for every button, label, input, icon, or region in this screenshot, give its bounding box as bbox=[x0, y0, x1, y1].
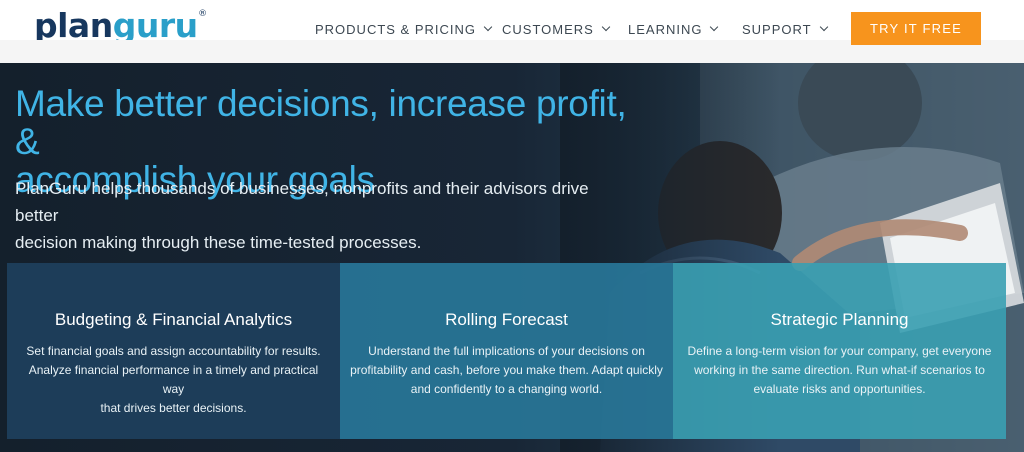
card-line: that drives better decisions. bbox=[100, 401, 247, 415]
nav-learning[interactable]: LEARNING bbox=[628, 20, 719, 38]
chevron-down-icon bbox=[483, 22, 493, 32]
planguru-logo[interactable]: planguru ® bbox=[34, 8, 207, 44]
nav-label: CUSTOMERS bbox=[502, 21, 594, 37]
try-it-free-button[interactable]: TRY IT FREE bbox=[851, 12, 981, 45]
chevron-down-icon bbox=[601, 22, 611, 32]
card-description: Set financial goals and assign accountab… bbox=[17, 342, 330, 418]
headline-line-1: Make better decisions, increase profit, … bbox=[15, 83, 627, 162]
card-line: Analyze financial performance in a timel… bbox=[28, 363, 319, 396]
nav-products-pricing[interactable]: PRODUCTS & PRICING bbox=[315, 20, 493, 38]
hero-subtext: PlanGuru helps thousands of businesses, … bbox=[15, 175, 615, 256]
nav-label: PRODUCTS & PRICING bbox=[315, 21, 477, 37]
nav-label: SUPPORT bbox=[742, 21, 812, 37]
chevron-down-icon bbox=[710, 22, 719, 32]
feature-cards: Budgeting & Financial Analytics Set fina… bbox=[7, 263, 1006, 439]
card-line: evaluate risks and opportunities. bbox=[753, 382, 926, 396]
subtext-line-1: PlanGuru helps thousands of businesses, … bbox=[15, 179, 589, 225]
subtext-line-2: decision making through these time-teste… bbox=[15, 233, 422, 252]
hero-section: Make better decisions, increase profit, … bbox=[0, 63, 1024, 452]
nav-support[interactable]: SUPPORT bbox=[742, 20, 828, 38]
card-rolling-forecast[interactable]: Rolling Forecast Understand the full imp… bbox=[340, 263, 673, 439]
card-line: working in the same direction. Run what-… bbox=[694, 363, 985, 377]
nav-label: LEARNING bbox=[628, 21, 703, 37]
card-budgeting-financial-analytics[interactable]: Budgeting & Financial Analytics Set fina… bbox=[7, 263, 340, 439]
card-line: Set financial goals and assign accountab… bbox=[26, 344, 321, 358]
card-title: Budgeting & Financial Analytics bbox=[54, 310, 293, 329]
card-line: profitability and cash, before you make … bbox=[350, 363, 663, 377]
chevron-down-icon bbox=[819, 22, 828, 32]
card-title: Rolling Forecast bbox=[445, 310, 568, 329]
card-title: Strategic Planning bbox=[770, 310, 909, 329]
card-description: Define a long-term vision for your compa… bbox=[683, 342, 996, 399]
registered-mark: ® bbox=[198, 9, 207, 19]
card-line: and confidently to a changing world. bbox=[410, 382, 603, 396]
card-line: Understand the full implications of your… bbox=[368, 344, 645, 358]
nav-customers[interactable]: CUSTOMERS bbox=[502, 20, 611, 38]
card-strategic-planning[interactable]: Strategic Planning Define a long-term vi… bbox=[673, 263, 1006, 439]
card-description: Understand the full implications of your… bbox=[350, 342, 663, 399]
card-line: Define a long-term vision for your compa… bbox=[687, 344, 992, 358]
